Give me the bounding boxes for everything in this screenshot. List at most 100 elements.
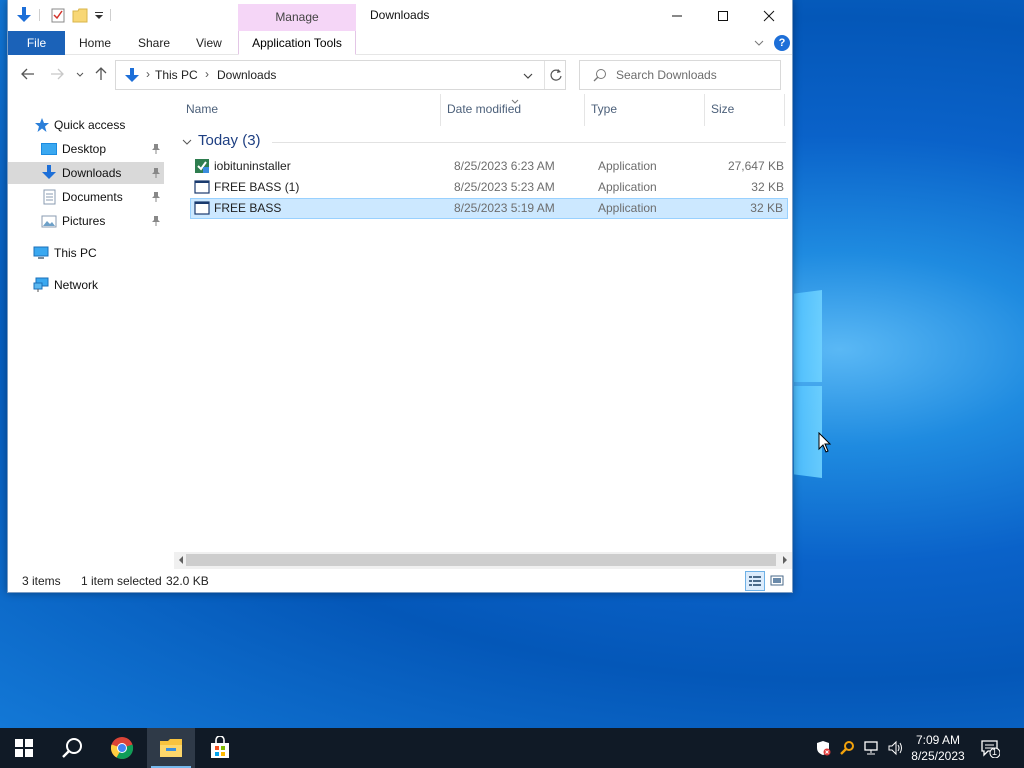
file-row-selected[interactable]: FREE BASS 8/25/2023 5:19 AM Application … xyxy=(190,198,788,219)
notification-center-icon[interactable]: 1 xyxy=(980,738,1001,759)
sidebar-item-label: Pictures xyxy=(62,214,106,228)
sidebar-item-quick-access[interactable]: Quick access xyxy=(8,114,164,136)
downloads-location-icon xyxy=(124,68,140,84)
address-dropdown-icon[interactable] xyxy=(521,69,535,83)
security-shield-icon[interactable] xyxy=(815,740,831,756)
help-icon[interactable]: ? xyxy=(774,35,790,51)
tab-application-tools[interactable]: Application Tools xyxy=(238,31,356,55)
breadcrumb-separator-icon: › xyxy=(205,67,209,81)
column-header-name[interactable]: Name xyxy=(186,102,218,120)
back-arrow-icon[interactable] xyxy=(20,66,36,82)
close-icon xyxy=(763,10,775,21)
breadcrumb-downloads[interactable]: Downloads xyxy=(217,68,276,82)
pictures-folder-icon xyxy=(41,213,57,229)
file-size: 32 KB xyxy=(751,180,784,194)
pin-icon[interactable] xyxy=(151,191,161,203)
file-explorer-taskbar-button[interactable] xyxy=(147,728,195,768)
tab-home[interactable]: Home xyxy=(79,31,111,55)
search-box[interactable] xyxy=(579,60,781,90)
volume-icon[interactable] xyxy=(887,740,903,756)
taskbar: 7:09 AM 8/25/2023 1 xyxy=(0,728,1024,768)
file-date: 8/25/2023 5:19 AM xyxy=(454,201,555,215)
start-button[interactable] xyxy=(0,728,48,768)
sidebar-item-desktop[interactable]: Desktop xyxy=(8,138,164,160)
sidebar-item-this-pc[interactable]: This PC xyxy=(8,242,164,264)
file-name: FREE BASS (1) xyxy=(214,180,300,194)
network-icon xyxy=(33,277,49,293)
collapse-chevron-icon[interactable] xyxy=(182,136,192,150)
forward-arrow-icon[interactable] xyxy=(49,66,65,82)
network-status-icon[interactable] xyxy=(863,740,879,756)
clock-date: 8/25/2023 xyxy=(911,749,965,763)
column-header-type[interactable]: Type xyxy=(591,102,617,120)
tab-view[interactable]: View xyxy=(196,31,222,55)
status-bar: 3 items 1 item selected 32.0 KB xyxy=(8,570,792,592)
scroll-right-icon[interactable] xyxy=(780,554,790,566)
file-row[interactable]: iobituninstaller 8/25/2023 6:23 AM Appli… xyxy=(190,156,788,177)
properties-icon[interactable] xyxy=(50,6,66,24)
close-button[interactable] xyxy=(746,0,792,31)
search-button[interactable] xyxy=(48,728,96,768)
scroll-left-icon[interactable] xyxy=(176,554,186,566)
item-count: 3 items xyxy=(22,574,61,588)
minimize-button[interactable] xyxy=(654,0,700,31)
recent-locations-chevron-icon[interactable] xyxy=(75,66,85,82)
chrome-taskbar-button[interactable] xyxy=(98,728,146,768)
horizontal-scrollbar[interactable] xyxy=(174,552,792,569)
sidebar-item-pictures[interactable]: Pictures xyxy=(8,210,164,232)
breadcrumb-this-pc[interactable]: This PC xyxy=(155,68,198,82)
sidebar-item-network[interactable]: Network xyxy=(8,274,164,296)
mouse-cursor-icon xyxy=(818,432,832,453)
title-bar: Manage Downloads xyxy=(8,0,792,31)
down-arrow-icon[interactable] xyxy=(16,6,32,24)
address-bar[interactable]: › This PC › Downloads xyxy=(115,60,566,90)
sidebar-item-label: Downloads xyxy=(62,166,122,180)
scrollbar-thumb[interactable] xyxy=(186,554,776,566)
system-clock[interactable]: 7:09 AM 8/25/2023 xyxy=(906,732,970,764)
star-icon xyxy=(34,117,50,133)
tab-file[interactable]: File xyxy=(8,31,65,55)
up-arrow-icon[interactable] xyxy=(93,66,109,82)
file-type: Application xyxy=(598,159,657,173)
downloads-folder-icon xyxy=(41,165,57,181)
computer-icon xyxy=(33,245,49,261)
selection-size: 32.0 KB xyxy=(166,574,209,588)
breadcrumb-separator-icon: › xyxy=(146,67,150,81)
key-icon[interactable] xyxy=(839,740,855,756)
store-taskbar-button[interactable] xyxy=(196,728,244,768)
pin-icon[interactable] xyxy=(151,143,161,155)
search-input[interactable] xyxy=(616,67,776,83)
file-explorer-window: Manage Downloads File Home Share View Ap… xyxy=(7,0,793,593)
new-folder-icon[interactable] xyxy=(72,6,88,24)
file-row[interactable]: FREE BASS (1) 8/25/2023 5:23 AM Applicat… xyxy=(190,177,788,198)
file-name: FREE BASS xyxy=(214,201,282,215)
pin-icon[interactable] xyxy=(151,215,161,227)
large-icons-view-icon[interactable] xyxy=(768,571,788,591)
expand-ribbon-icon[interactable] xyxy=(753,37,765,49)
column-header-size[interactable]: Size xyxy=(711,102,734,120)
file-date: 8/25/2023 5:23 AM xyxy=(454,180,555,194)
manage-contextual-tab[interactable]: Manage xyxy=(238,4,356,31)
sidebar-item-documents[interactable]: Documents xyxy=(8,186,164,208)
sidebar-item-label: This PC xyxy=(54,246,97,260)
clock-time: 7:09 AM xyxy=(915,733,961,747)
column-header-date-modified[interactable]: Date modified xyxy=(447,102,521,120)
ribbon-tabs: File Home Share View Application Tools ? xyxy=(8,31,792,55)
sidebar-item-downloads[interactable]: Downloads xyxy=(8,162,164,184)
file-type: Application xyxy=(598,180,657,194)
app-window-icon xyxy=(194,200,210,216)
minimize-icon xyxy=(672,15,682,16)
sidebar-item-label: Quick access xyxy=(54,118,126,132)
documents-folder-icon xyxy=(41,189,57,205)
search-icon xyxy=(593,68,607,82)
selection-count: 1 item selected xyxy=(81,574,162,588)
tab-share[interactable]: Share xyxy=(138,31,170,55)
pin-icon[interactable] xyxy=(151,167,161,179)
details-view-icon[interactable] xyxy=(745,571,765,591)
maximize-button[interactable] xyxy=(700,0,746,31)
group-header-today[interactable]: Today (3) xyxy=(182,132,786,152)
file-explorer-icon xyxy=(160,739,182,757)
customize-quick-access-icon[interactable] xyxy=(94,6,110,24)
refresh-button[interactable] xyxy=(544,61,566,89)
sidebar-item-label: Desktop xyxy=(62,142,107,156)
